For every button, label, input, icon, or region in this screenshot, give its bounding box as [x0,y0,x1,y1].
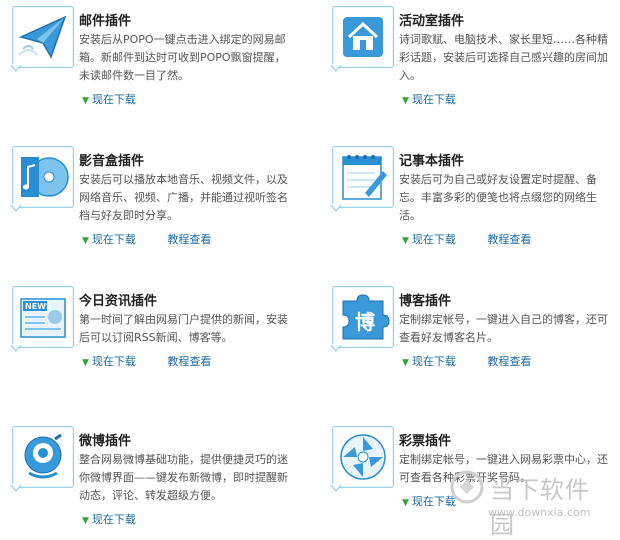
download-arrow-icon: ▼ [82,96,89,106]
icon-tail [330,344,342,352]
notepad-icon[interactable] [332,146,394,208]
plugin-links: ▼ 现在下载 [402,91,456,107]
plugin-title: 邮件插件 [79,14,132,29]
plugin-title: 影音盒插件 [79,154,145,169]
plugin-mail: 邮件插件 安装后从POPO一键点击进入绑定的网易邮箱。新邮件到达时可收到POPO… [0,0,300,110]
watermark: 当下软件园 www.downxia.com [450,470,610,539]
plugin-weibo: 微博插件 整合网易微博基础功能，提供便捷灵巧的迷你微博界面——键发布新微博，即时… [0,420,300,530]
download-link[interactable]: 现在下载 [92,233,136,246]
plugin-activity-room: 活动室插件 诗词歌赋、电脑技术、家长里短……各种精彩话题，安装后可选择自己感兴趣… [320,0,620,110]
tutorial-link[interactable]: 教程查看 [487,233,531,246]
download-link[interactable]: 现在下载 [412,93,456,106]
download-arrow-icon: ▼ [82,358,89,368]
plugin-links: ▼ 现在下载 教程查看 [402,231,531,247]
mail-icon[interactable] [12,6,74,68]
plugin-desc: 安装后从POPO一键点击进入绑定的网易邮箱。新邮件到达时可收到POPO飘窗提醒，… [79,33,286,82]
plugin-title: 今日资讯插件 [79,294,158,309]
plugin-links: ▼ 现在下载 教程查看 [402,353,531,369]
download-link[interactable]: 现在下载 [92,355,136,368]
icon-tail [10,64,22,72]
icon-tail [330,204,342,212]
download-arrow-icon: ▼ [402,96,409,106]
download-arrow-icon: ▼ [82,516,89,526]
download-arrow-icon: ▼ [82,236,89,246]
weibo-icon[interactable] [12,426,74,488]
plugin-title: 微博插件 [79,434,132,449]
download-link[interactable]: 现在下载 [412,233,456,246]
watermark-logo-icon [450,470,484,504]
plugin-desc: 安装后可以播放本地音乐、视频文件，以及网络音乐、视频、广播，并能通过视听签名档与… [79,173,288,222]
tutorial-link[interactable]: 教程查看 [487,355,531,368]
icon-tail [10,204,22,212]
icon-tail [330,484,342,492]
house-icon[interactable] [332,6,394,68]
plugin-title: 活动室插件 [399,14,465,29]
plugin-desc: 定制绑定帐号，一键进入自己的博客，还可查看好友博客名片。 [399,313,608,344]
plugin-links: ▼ 现在下载 教程查看 [82,353,211,369]
download-link[interactable]: 现在下载 [92,513,136,526]
download-link[interactable]: 现在下载 [412,355,456,368]
download-arrow-icon: ▼ [402,358,409,368]
watermark-url: www.downxia.com [488,506,591,519]
download-arrow-icon: ▼ [402,236,409,246]
icon-tail [330,64,342,72]
plugin-desc: 诗词歌赋、电脑技术、家长里短……各种精彩话题，安装后可选择自己感兴趣的房间加入。 [399,33,608,82]
icon-tail [10,344,22,352]
watermark-name: 当下软件园 [490,476,590,539]
plugin-news: NEWS 今日资讯插件 第一时间了解由网易门户提供的新闻，安装后可以订阅RSS新… [0,280,300,390]
news-icon[interactable]: NEWS [12,286,74,348]
download-link[interactable]: 现在下载 [92,93,136,106]
plugin-title: 彩票插件 [399,434,452,449]
plugin-links: ▼ 现在下载 [82,91,136,107]
blog-puzzle-icon[interactable]: 博 [332,286,394,348]
download-arrow-icon: ▼ [402,498,409,508]
tutorial-link[interactable]: 教程查看 [167,355,211,368]
plugin-desc: 第一时间了解由网易门户提供的新闻，安装后可以订阅RSS新闻、博客等。 [79,313,288,344]
plugin-desc: 安装后可为自己或好友设置定时提醒、备忘。丰富多彩的便笺也将点缀您的网络生活。 [399,173,597,222]
plugin-media-box: 影音盒插件 安装后可以播放本地音乐、视频文件，以及网络音乐、视频、广播，并能通过… [0,140,300,250]
lottery-icon[interactable] [332,426,394,488]
plugin-links: ▼ 现在下载 教程查看 [82,231,211,247]
music-disc-icon[interactable] [12,146,74,208]
plugin-links: ▼ 现在下载 [402,493,456,509]
plugin-links: ▼ 现在下载 [82,511,136,527]
plugin-notepad: 记事本插件 安装后可为自己或好友设置定时提醒、备忘。丰富多彩的便笺也将点缀您的网… [320,140,620,250]
blog-icon-text: 博 [355,310,375,334]
plugin-title: 记事本插件 [399,154,465,169]
news-icon-text: NEWS [25,302,52,311]
plugin-title: 博客插件 [399,294,452,309]
plugin-blog: 博 博客插件 定制绑定帐号，一键进入自己的博客，还可查看好友博客名片。 ▼ 现在下… [320,280,620,390]
plugin-desc: 整合网易微博基础功能，提供便捷灵巧的迷你微博界面——键发布新微博，即时提醒新动态… [79,453,288,502]
tutorial-link[interactable]: 教程查看 [167,233,211,246]
icon-tail [10,484,22,492]
